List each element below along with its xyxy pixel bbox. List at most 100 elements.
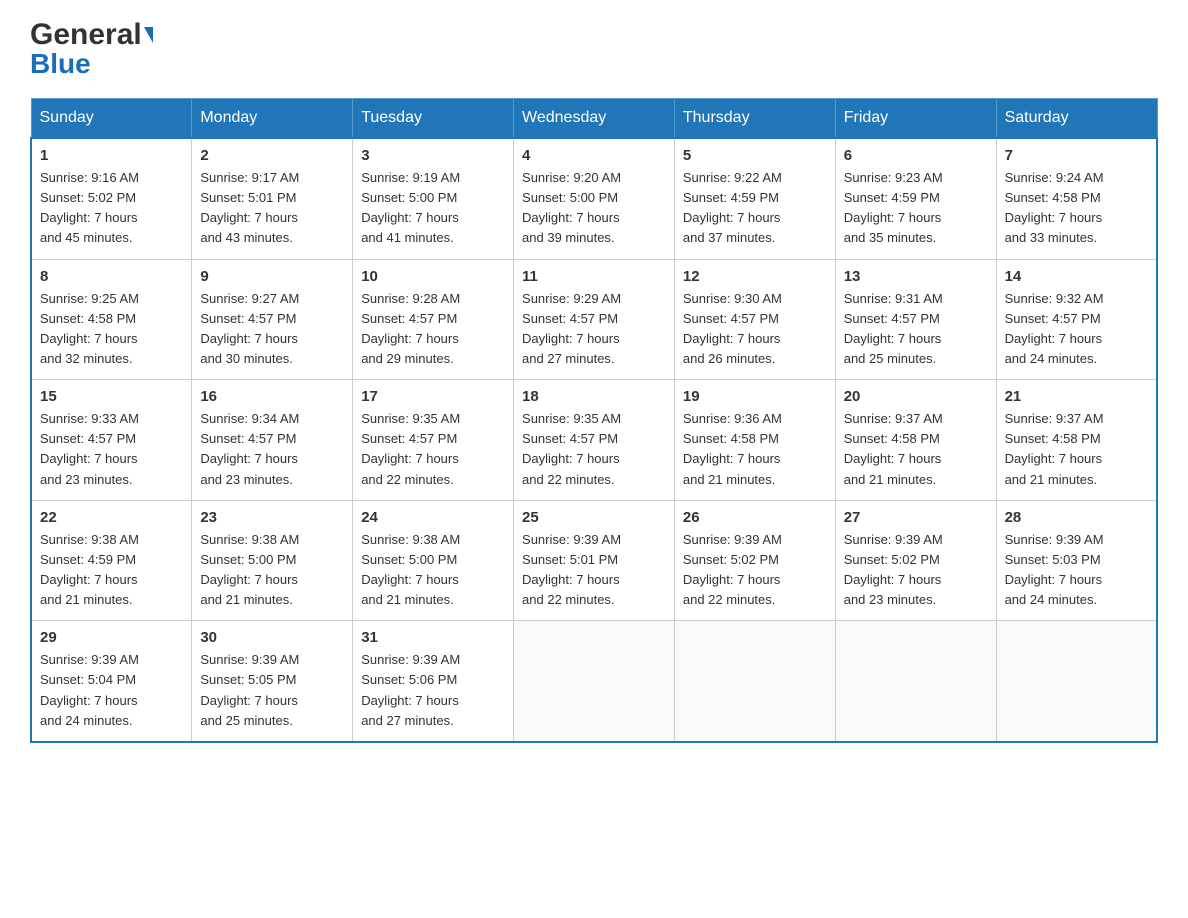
calendar-day-cell (674, 621, 835, 742)
weekday-header-friday: Friday (835, 99, 996, 139)
day-info: Sunrise: 9:39 AMSunset: 5:05 PMDaylight:… (200, 652, 299, 727)
day-info: Sunrise: 9:36 AMSunset: 4:58 PMDaylight:… (683, 411, 782, 486)
day-info: Sunrise: 9:39 AMSunset: 5:06 PMDaylight:… (361, 652, 460, 727)
calendar-day-cell: 10 Sunrise: 9:28 AMSunset: 4:57 PMDayligh… (353, 259, 514, 380)
calendar-day-cell: 4 Sunrise: 9:20 AMSunset: 5:00 PMDaylight… (514, 138, 675, 259)
logo: General Blue (30, 20, 153, 78)
calendar-table: SundayMondayTuesdayWednesdayThursdayFrid… (30, 98, 1158, 743)
day-info: Sunrise: 9:28 AMSunset: 4:57 PMDaylight:… (361, 291, 460, 366)
day-number: 19 (683, 388, 827, 405)
calendar-day-cell: 30 Sunrise: 9:39 AMSunset: 5:05 PMDayligh… (192, 621, 353, 742)
day-info: Sunrise: 9:34 AMSunset: 4:57 PMDaylight:… (200, 411, 299, 486)
day-number: 8 (40, 268, 183, 285)
day-number: 18 (522, 388, 666, 405)
day-number: 21 (1005, 388, 1148, 405)
calendar-day-cell: 6 Sunrise: 9:23 AMSunset: 4:59 PMDaylight… (835, 138, 996, 259)
weekday-header-sunday: Sunday (31, 99, 192, 139)
logo-blue-text: Blue (30, 50, 153, 78)
calendar-week-row: 22 Sunrise: 9:38 AMSunset: 4:59 PMDayligh… (31, 500, 1157, 621)
weekday-header-tuesday: Tuesday (353, 99, 514, 139)
day-number: 24 (361, 509, 505, 526)
day-info: Sunrise: 9:39 AMSunset: 5:01 PMDaylight:… (522, 532, 621, 607)
calendar-day-cell: 16 Sunrise: 9:34 AMSunset: 4:57 PMDayligh… (192, 380, 353, 501)
day-number: 26 (683, 509, 827, 526)
day-number: 16 (200, 388, 344, 405)
day-info: Sunrise: 9:31 AMSunset: 4:57 PMDaylight:… (844, 291, 943, 366)
day-number: 5 (683, 147, 827, 164)
day-info: Sunrise: 9:16 AMSunset: 5:02 PMDaylight:… (40, 170, 139, 245)
calendar-day-cell: 1Sunrise: 9:16 AMSunset: 5:02 PMDaylight… (31, 138, 192, 259)
day-info: Sunrise: 9:39 AMSunset: 5:02 PMDaylight:… (683, 532, 782, 607)
calendar-week-row: 8 Sunrise: 9:25 AMSunset: 4:58 PMDaylight… (31, 259, 1157, 380)
day-number: 29 (40, 629, 183, 646)
day-info: Sunrise: 9:39 AMSunset: 5:02 PMDaylight:… (844, 532, 943, 607)
calendar-day-cell: 28 Sunrise: 9:39 AMSunset: 5:03 PMDayligh… (996, 500, 1157, 621)
day-number: 22 (40, 509, 183, 526)
day-info: Sunrise: 9:39 AMSunset: 5:03 PMDaylight:… (1005, 532, 1104, 607)
calendar-day-cell: 12Sunrise: 9:30 AMSunset: 4:57 PMDayligh… (674, 259, 835, 380)
day-number: 27 (844, 509, 988, 526)
day-number: 11 (522, 268, 666, 285)
weekday-header-wednesday: Wednesday (514, 99, 675, 139)
day-number: 2 (200, 147, 344, 164)
day-info: Sunrise: 9:25 AMSunset: 4:58 PMDaylight:… (40, 291, 139, 366)
day-info: Sunrise: 9:22 AMSunset: 4:59 PMDaylight:… (683, 170, 782, 245)
calendar-day-cell: 26 Sunrise: 9:39 AMSunset: 5:02 PMDayligh… (674, 500, 835, 621)
day-number: 10 (361, 268, 505, 285)
weekday-header-saturday: Saturday (996, 99, 1157, 139)
calendar-day-cell: 19 Sunrise: 9:36 AMSunset: 4:58 PMDayligh… (674, 380, 835, 501)
day-number: 14 (1005, 268, 1148, 285)
day-info: Sunrise: 9:29 AMSunset: 4:57 PMDaylight:… (522, 291, 621, 366)
day-info: Sunrise: 9:24 AMSunset: 4:58 PMDaylight:… (1005, 170, 1104, 245)
calendar-day-cell: 18 Sunrise: 9:35 AMSunset: 4:57 PMDayligh… (514, 380, 675, 501)
calendar-day-cell: 21 Sunrise: 9:37 AMSunset: 4:58 PMDayligh… (996, 380, 1157, 501)
calendar-day-cell (835, 621, 996, 742)
calendar-day-cell (996, 621, 1157, 742)
day-info: Sunrise: 9:23 AMSunset: 4:59 PMDaylight:… (844, 170, 943, 245)
day-number: 25 (522, 509, 666, 526)
calendar-day-cell: 8 Sunrise: 9:25 AMSunset: 4:58 PMDaylight… (31, 259, 192, 380)
calendar-day-cell: 27 Sunrise: 9:39 AMSunset: 5:02 PMDayligh… (835, 500, 996, 621)
day-info: Sunrise: 9:35 AMSunset: 4:57 PMDaylight:… (361, 411, 460, 486)
day-info: Sunrise: 9:17 AMSunset: 5:01 PMDaylight:… (200, 170, 299, 245)
day-number: 13 (844, 268, 988, 285)
calendar-day-cell (514, 621, 675, 742)
day-info: Sunrise: 9:27 AMSunset: 4:57 PMDaylight:… (200, 291, 299, 366)
day-number: 30 (200, 629, 344, 646)
day-info: Sunrise: 9:38 AMSunset: 5:00 PMDaylight:… (200, 532, 299, 607)
day-info: Sunrise: 9:20 AMSunset: 5:00 PMDaylight:… (522, 170, 621, 245)
day-number: 4 (522, 147, 666, 164)
calendar-day-cell: 22 Sunrise: 9:38 AMSunset: 4:59 PMDayligh… (31, 500, 192, 621)
day-number: 7 (1005, 147, 1148, 164)
day-number: 17 (361, 388, 505, 405)
day-number: 31 (361, 629, 505, 646)
weekday-header-monday: Monday (192, 99, 353, 139)
calendar-day-cell: 7 Sunrise: 9:24 AMSunset: 4:58 PMDaylight… (996, 138, 1157, 259)
day-number: 12 (683, 268, 827, 285)
day-number: 20 (844, 388, 988, 405)
day-info: Sunrise: 9:35 AMSunset: 4:57 PMDaylight:… (522, 411, 621, 486)
calendar-day-cell: 13 Sunrise: 9:31 AMSunset: 4:57 PMDayligh… (835, 259, 996, 380)
calendar-week-row: 29 Sunrise: 9:39 AMSunset: 5:04 PMDayligh… (31, 621, 1157, 742)
day-number: 6 (844, 147, 988, 164)
day-info: Sunrise: 9:33 AMSunset: 4:57 PMDaylight:… (40, 411, 139, 486)
calendar-day-cell: 31 Sunrise: 9:39 AMSunset: 5:06 PMDayligh… (353, 621, 514, 742)
calendar-day-cell: 15 Sunrise: 9:33 AMSunset: 4:57 PMDayligh… (31, 380, 192, 501)
day-info: Sunrise: 9:39 AMSunset: 5:04 PMDaylight:… (40, 652, 139, 727)
calendar-day-cell: 29 Sunrise: 9:39 AMSunset: 5:04 PMDayligh… (31, 621, 192, 742)
day-number: 9 (200, 268, 344, 285)
calendar-day-cell: 9 Sunrise: 9:27 AMSunset: 4:57 PMDaylight… (192, 259, 353, 380)
calendar-week-row: 1Sunrise: 9:16 AMSunset: 5:02 PMDaylight… (31, 138, 1157, 259)
day-number: 15 (40, 388, 183, 405)
day-number: 28 (1005, 509, 1148, 526)
weekday-header-thursday: Thursday (674, 99, 835, 139)
day-info: Sunrise: 9:19 AMSunset: 5:00 PMDaylight:… (361, 170, 460, 245)
calendar-day-cell: 23Sunrise: 9:38 AMSunset: 5:00 PMDayligh… (192, 500, 353, 621)
calendar-day-cell: 25 Sunrise: 9:39 AMSunset: 5:01 PMDayligh… (514, 500, 675, 621)
day-info: Sunrise: 9:37 AMSunset: 4:58 PMDaylight:… (1005, 411, 1104, 486)
logo-general-text: General (30, 20, 153, 50)
day-info: Sunrise: 9:37 AMSunset: 4:58 PMDaylight:… (844, 411, 943, 486)
calendar-day-cell: 14Sunrise: 9:32 AMSunset: 4:57 PMDayligh… (996, 259, 1157, 380)
calendar-day-cell: 11 Sunrise: 9:29 AMSunset: 4:57 PMDayligh… (514, 259, 675, 380)
day-info: Sunrise: 9:38 AMSunset: 4:59 PMDaylight:… (40, 532, 139, 607)
